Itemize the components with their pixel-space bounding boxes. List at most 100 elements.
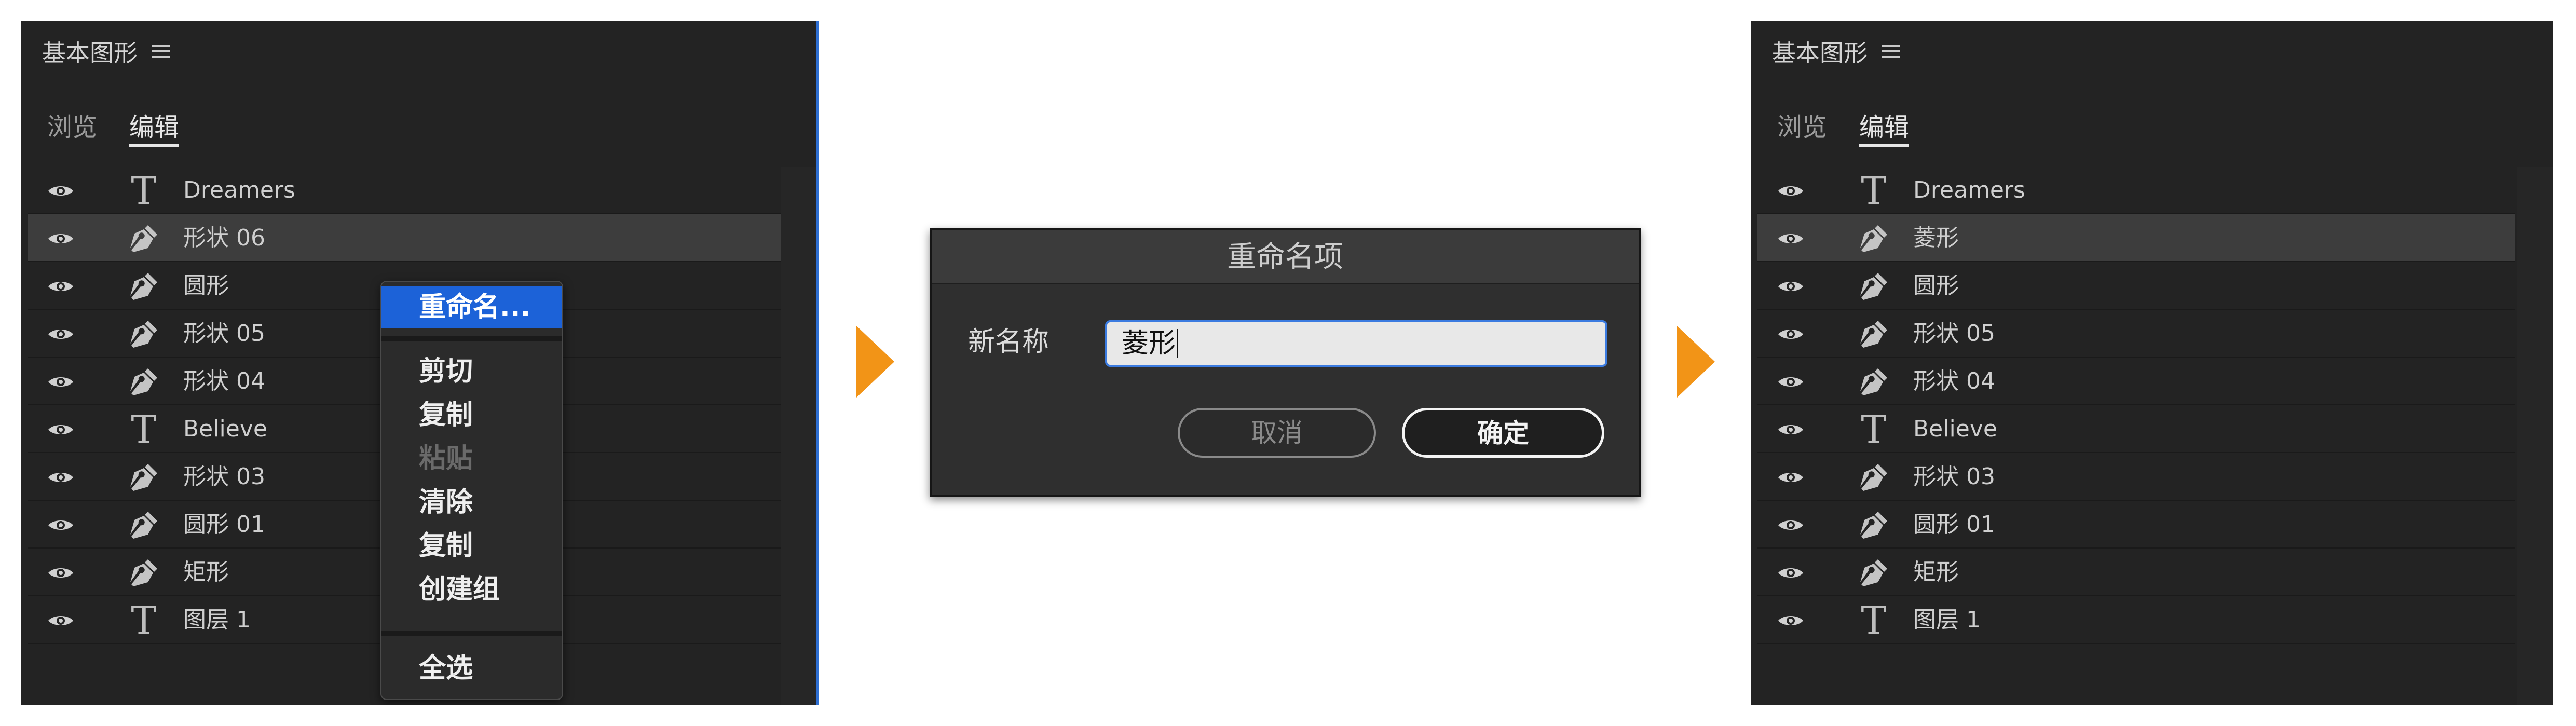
text-t-icon: T — [1861, 598, 1887, 643]
layer-label: 图层 1 — [183, 607, 251, 633]
layer-label: 图层 1 — [1913, 607, 1981, 633]
menu-item-select-all[interactable]: 全选 — [381, 647, 562, 690]
layer-label: 形状 03 — [1913, 463, 1995, 490]
menu-item-paste: 粘贴 — [419, 443, 473, 474]
layer-row[interactable]: T 图层 1 — [1757, 596, 2515, 644]
eye-icon[interactable] — [47, 518, 74, 532]
pen-icon — [1857, 271, 1889, 303]
eye-icon[interactable] — [1777, 470, 1804, 485]
menu-item-clear[interactable]: 清除 — [381, 481, 562, 524]
eye-icon[interactable] — [1777, 518, 1804, 532]
arrow-right-icon — [856, 325, 894, 398]
layer-label: Believe — [183, 416, 267, 442]
eye-icon[interactable] — [1777, 613, 1804, 628]
tab-edit[interactable]: 编辑 — [129, 99, 180, 147]
eye-icon[interactable] — [1777, 279, 1804, 294]
menu-item-copy[interactable]: 复制 — [381, 394, 562, 436]
layer-label: Dreamers — [1913, 177, 2025, 203]
new-name-label: 新名称 — [968, 326, 1050, 358]
panel-menu-icon[interactable] — [1882, 44, 1900, 59]
panel-title: 基本图形 — [1772, 39, 1868, 67]
ok-button[interactable]: 确定 — [1402, 408, 1604, 458]
pen-icon — [127, 557, 159, 590]
new-name-input[interactable]: 菱形 — [1105, 320, 1607, 367]
text-t-icon: T — [1861, 407, 1887, 452]
layer-label: Dreamers — [183, 177, 295, 203]
layer-row[interactable]: 形状 06 — [28, 214, 785, 262]
layer-list: T Dreamers 菱形圆形形状 05 形状 04 T Believe 形状 03 圆形 0… — [1757, 167, 2515, 644]
pen-icon — [127, 366, 159, 399]
eye-icon[interactable] — [47, 327, 74, 341]
eye-icon[interactable] — [47, 279, 74, 294]
layer-label: 圆形 — [183, 272, 229, 299]
eye-icon[interactable] — [1777, 422, 1804, 437]
menu-separator — [381, 336, 562, 341]
rename-dialog: 重命名项 新名称 菱形 取消 确定 — [930, 228, 1641, 497]
layer-row[interactable]: T Believe — [1757, 405, 2515, 453]
pen-icon — [127, 223, 159, 255]
pen-icon — [1857, 319, 1889, 351]
layer-label: 形状 04 — [1913, 368, 1995, 394]
pen-icon — [127, 462, 159, 494]
eye-icon[interactable] — [47, 613, 74, 628]
layer-label: 矩形 — [1913, 559, 1959, 585]
scrollbar[interactable] — [781, 167, 816, 705]
cancel-button[interactable]: 取消 — [1178, 408, 1376, 458]
eye-icon[interactable] — [47, 566, 74, 580]
text-t-icon: T — [1861, 169, 1887, 213]
tab-browse[interactable]: 浏览 — [47, 99, 97, 146]
panel-title: 基本图形 — [42, 39, 138, 67]
panel-tabs: 浏览 编辑 — [47, 99, 180, 147]
essential-graphics-panel-after: 基本图形 浏览 编辑 T Dreamers 菱形圆形形状 05 形状 04 T Belie… — [1751, 21, 2553, 705]
scrollbar[interactable] — [2517, 167, 2553, 705]
layer-row[interactable]: T Dreamers — [1757, 167, 2515, 214]
pen-icon — [1857, 366, 1889, 399]
essential-graphics-panel-before: 基本图形 浏览 编辑 T Dreamers 形状 06 圆形形状 05 形状 04 T Be… — [21, 21, 819, 705]
layer-row[interactable]: 形状 05 — [1757, 310, 2515, 358]
eye-icon[interactable] — [1777, 566, 1804, 580]
eye-icon[interactable] — [1777, 375, 1804, 389]
layer-row[interactable]: 形状 03 — [1757, 453, 2515, 501]
tab-edit[interactable]: 编辑 — [1859, 99, 1910, 147]
layer-label: 形状 04 — [183, 368, 265, 394]
menu-item-duplicate[interactable]: 复制 — [381, 525, 562, 567]
layer-row[interactable]: 矩形 — [1757, 549, 2515, 596]
eye-icon[interactable] — [47, 470, 74, 485]
layer-row[interactable]: 形状 04 — [1757, 358, 2515, 405]
eye-icon[interactable] — [1777, 231, 1804, 246]
text-t-icon: T — [131, 169, 157, 213]
eye-icon[interactable] — [47, 231, 74, 246]
eye-icon[interactable] — [47, 422, 74, 437]
layer-row[interactable]: 圆形 01 — [1757, 501, 2515, 549]
layer-label: 矩形 — [183, 559, 229, 585]
layer-label: 形状 05 — [1913, 320, 1995, 347]
layer-row[interactable]: 菱形 — [1757, 214, 2515, 262]
pen-icon — [1857, 510, 1889, 542]
text-t-icon: T — [131, 407, 157, 452]
eye-icon[interactable] — [1777, 184, 1804, 198]
layer-label: 圆形 — [1913, 272, 1959, 299]
text-caret — [1177, 329, 1179, 358]
layer-label: Believe — [1913, 416, 1997, 442]
new-name-value: 菱形 — [1122, 328, 1176, 359]
pen-icon — [127, 319, 159, 351]
layer-row[interactable]: T Dreamers — [28, 167, 785, 214]
eye-icon[interactable] — [47, 184, 74, 198]
panel-tabs: 浏览 编辑 — [1777, 99, 1910, 147]
menu-item-create-group[interactable]: 创建组 — [381, 568, 562, 611]
dialog-title: 重命名项 — [932, 230, 1639, 284]
eye-icon[interactable] — [1777, 327, 1804, 341]
tab-browse[interactable]: 浏览 — [1777, 99, 1827, 146]
layer-label: 菱形 — [1913, 225, 1959, 251]
menu-item-cut[interactable]: 剪切 — [381, 350, 562, 393]
pen-icon — [1857, 557, 1889, 590]
pen-icon — [1857, 462, 1889, 494]
panel-menu-icon[interactable] — [152, 44, 170, 59]
menu-item-rename[interactable]: 重命名... — [381, 286, 562, 328]
layer-label: 形状 05 — [183, 320, 265, 347]
layer-label: 圆形 01 — [183, 511, 265, 538]
layer-row[interactable]: 圆形 — [1757, 262, 2515, 310]
pen-icon — [127, 510, 159, 542]
menu-separator — [381, 631, 562, 636]
eye-icon[interactable] — [47, 375, 74, 389]
